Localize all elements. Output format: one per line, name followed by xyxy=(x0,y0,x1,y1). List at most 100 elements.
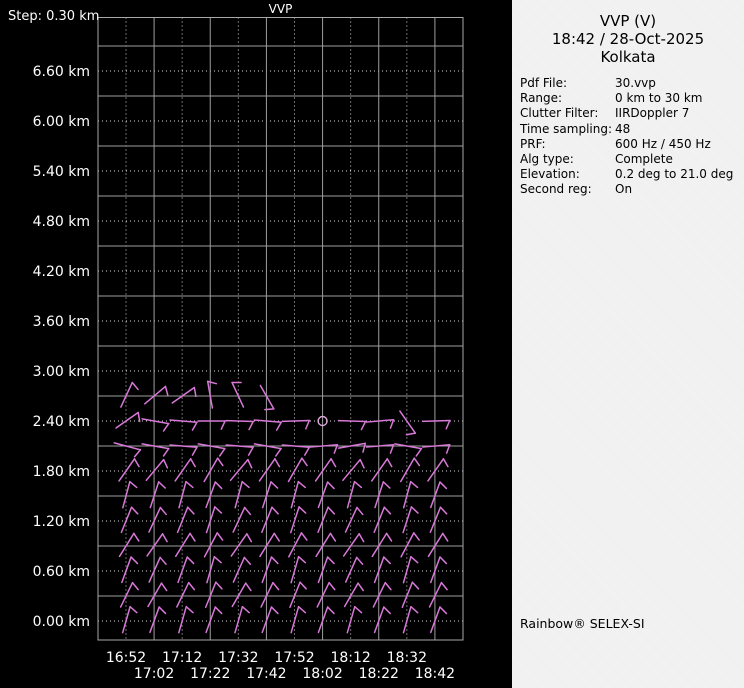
wind-barb xyxy=(430,481,448,509)
wind-barb xyxy=(290,480,306,509)
y-axis-label: 6.60 km xyxy=(33,64,90,80)
wind-barb xyxy=(258,458,281,482)
x-axis-label: 16:52 xyxy=(106,650,146,666)
wind-barb xyxy=(373,506,392,534)
vvp-time-height-chart: 6.60 km 6.00 km 5.40 km 4.80 km 4.20 km 3.60 … xyxy=(0,0,512,688)
info-field-row: Clutter Filter: IIRDoppler 7 xyxy=(520,106,744,121)
wind-barb xyxy=(400,532,420,558)
wind-barb xyxy=(231,582,252,608)
wind-barb xyxy=(427,458,449,482)
wind-barb xyxy=(337,442,367,453)
wind-barb xyxy=(316,581,336,608)
wind-barb xyxy=(428,581,448,608)
panel-fields: Pdf File: 30.vvp Range: 0 km to 30 km Clutte… xyxy=(512,76,744,198)
wind-barb xyxy=(346,605,363,634)
wind-barb xyxy=(402,605,419,634)
vvp-window: { "window": {"width": 744, "height": 688… xyxy=(0,0,744,688)
y-axis-label: 4.20 km xyxy=(33,264,90,280)
x-axis-label: 18:12 xyxy=(330,650,370,666)
x-axis-label: 17:22 xyxy=(190,666,230,682)
wind-barb xyxy=(422,419,451,430)
wind-barb xyxy=(149,481,167,509)
wind-barb xyxy=(148,506,167,533)
wind-barb xyxy=(289,506,307,534)
wind-barb xyxy=(430,556,448,584)
info-field-row: Time sampling: 48 xyxy=(520,122,744,137)
info-field-label: Pdf File: xyxy=(520,76,568,90)
wind-barb xyxy=(346,480,363,509)
y-axis-label: 4.80 km xyxy=(33,214,90,230)
wind-barb xyxy=(205,481,223,509)
brand-footer: Rainbow® SELEX-SI xyxy=(520,616,645,631)
info-field-label: Second reg: xyxy=(520,182,592,197)
info-field-row: Range: 0 km to 30 km xyxy=(520,91,744,106)
wind-barb xyxy=(176,506,195,534)
wind-barb xyxy=(401,581,420,609)
wind-barb xyxy=(178,480,194,509)
wind-barb xyxy=(337,419,367,431)
wind-barb xyxy=(342,458,365,482)
wind-barb xyxy=(204,581,223,609)
wind-barb xyxy=(230,533,253,557)
wind-barb xyxy=(374,481,391,509)
wind-barb xyxy=(121,605,138,634)
y-axis-label: 1.20 km xyxy=(33,514,90,530)
wind-barb xyxy=(203,457,224,483)
wind-barb xyxy=(342,533,365,557)
chart-canvas: 6.60 km 6.00 km 5.40 km 4.80 km 4.20 km 3.60 … xyxy=(33,17,464,682)
wind-barb xyxy=(232,556,252,583)
info-field-row: Alg type: Complete xyxy=(520,152,744,167)
y-axis-label: 2.40 km xyxy=(33,414,90,430)
wind-barb xyxy=(197,420,226,430)
info-field-label: Elevation: xyxy=(520,167,580,182)
wind-barb xyxy=(231,381,245,408)
wind-barb xyxy=(234,480,250,509)
wind-barb xyxy=(399,410,417,436)
chart-title: VVP xyxy=(268,2,293,16)
wind-barb xyxy=(317,506,336,534)
wind-barb xyxy=(176,581,196,608)
wind-barb xyxy=(177,556,195,584)
wind-barb xyxy=(317,481,335,509)
info-field-row: Pdf File: 30.vvp xyxy=(520,76,744,91)
x-axis-label: 18:02 xyxy=(302,666,342,682)
wind-barb xyxy=(290,555,307,584)
wind-barb xyxy=(206,380,218,409)
wind-barb xyxy=(373,606,391,634)
info-field-label: Clutter Filter: xyxy=(520,106,599,121)
wind-barb xyxy=(261,506,279,534)
x-axis-label: 18:42 xyxy=(415,666,455,682)
wind-barb xyxy=(174,458,196,482)
wind-barb xyxy=(120,506,139,534)
wind-barb xyxy=(171,386,197,404)
wind-barb xyxy=(344,506,364,533)
wind-barb xyxy=(287,457,308,483)
info-field-value: 600 Hz / 450 Hz xyxy=(615,136,711,151)
info-field-row: Second reg: On xyxy=(520,182,744,197)
x-axis-label: 18:22 xyxy=(359,666,399,682)
info-field-value: 48 xyxy=(615,121,631,136)
panel-title: VVP (V) xyxy=(599,12,657,30)
wind-barb xyxy=(343,582,365,608)
step-label: Step: 0.30 km xyxy=(8,9,100,24)
info-field-label: Range: xyxy=(520,91,563,106)
panel-header: VVP (V) 18:42 / 28-Oct-2025 Kolkata xyxy=(512,12,744,66)
wind-barb xyxy=(365,418,395,429)
info-field-value: 0 km to 30 km xyxy=(615,91,703,106)
y-axis-label: 1.80 km xyxy=(33,464,90,480)
wind-barb xyxy=(113,442,142,458)
x-axis-label: 17:52 xyxy=(274,650,314,666)
info-field-value: 30.vvp xyxy=(615,76,656,90)
info-field-value: On xyxy=(615,182,633,197)
wind-barb xyxy=(259,532,280,558)
y-axis-label: 3.60 km xyxy=(33,314,90,330)
wind-barb xyxy=(373,556,391,584)
wind-barb xyxy=(402,506,419,534)
info-field-row: PRF: 600 Hz / 450 Hz xyxy=(520,137,744,152)
wind-barb xyxy=(148,556,167,583)
wind-barb xyxy=(261,481,279,509)
panel-site: Kolkata xyxy=(600,48,656,66)
wind-barb xyxy=(371,458,393,482)
wind-barb xyxy=(344,556,364,583)
wind-barb xyxy=(429,506,448,534)
